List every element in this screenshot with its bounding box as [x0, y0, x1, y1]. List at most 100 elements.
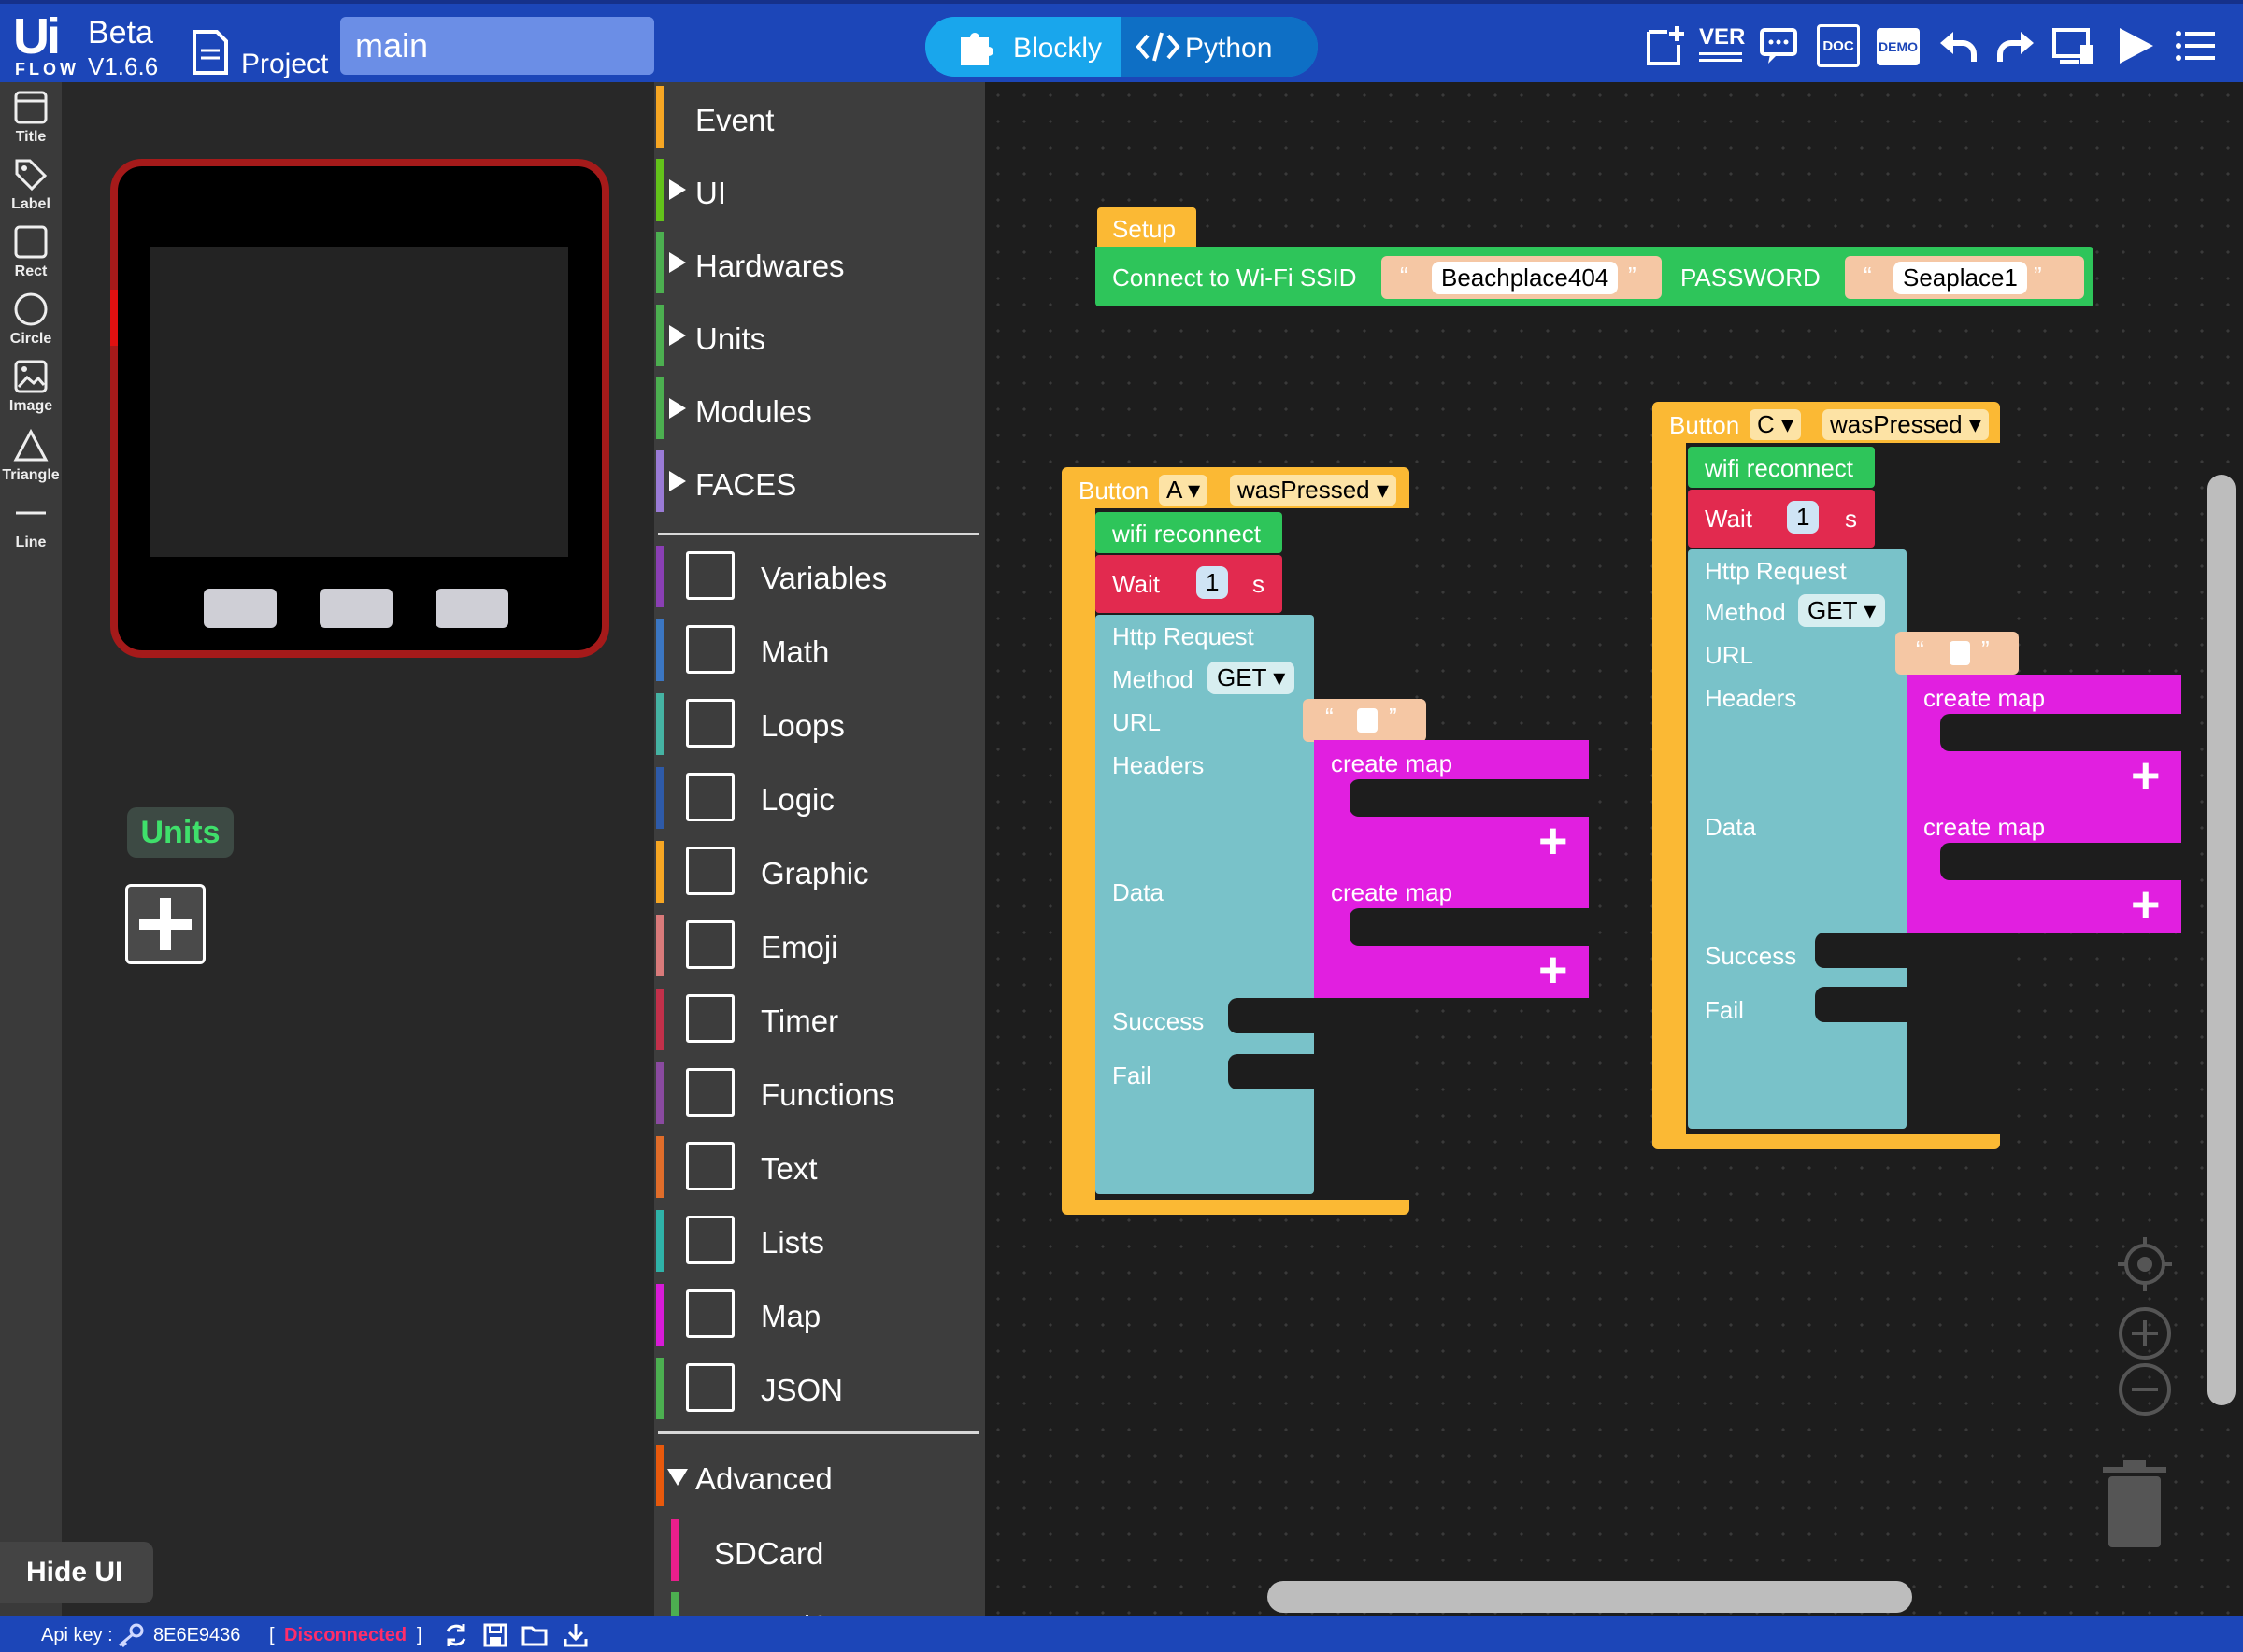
password-input[interactable]: Seaplace1: [1893, 262, 2027, 294]
setup-label: Setup: [1112, 215, 1176, 243]
button-c-event-dropdown[interactable]: wasPressed ▾: [1822, 409, 1989, 440]
category-variables[interactable]: Variables: [654, 546, 985, 607]
project-file-icon[interactable]: [191, 30, 230, 79]
tool-triangle[interactable]: Triangle: [0, 428, 62, 484]
category-lists[interactable]: Lists: [654, 1210, 985, 1272]
add-unit-button[interactable]: [125, 884, 206, 964]
tool-line[interactable]: Line: [0, 495, 62, 551]
device-icon[interactable]: [2052, 24, 2095, 67]
category-text[interactable]: Text: [654, 1136, 985, 1198]
hide-ui-button[interactable]: Hide UI: [0, 1542, 153, 1603]
recenter-icon[interactable]: [2116, 1235, 2174, 1293]
zoom-in-icon[interactable]: [2116, 1304, 2174, 1362]
url-input-c[interactable]: [1950, 641, 1970, 665]
code-icon: [1136, 32, 1180, 62]
fail-slot-c[interactable]: [1815, 987, 1907, 1022]
expand-arrow-icon: [669, 252, 686, 273]
timer-icon: [686, 994, 735, 1043]
save-icon[interactable]: [482, 1622, 508, 1648]
refresh-icon[interactable]: [443, 1622, 469, 1648]
add-map-entry-button-c1[interactable]: +: [2131, 750, 2161, 801]
success-slot-a[interactable]: [1228, 998, 1314, 1033]
category-graphic[interactable]: Graphic: [654, 841, 985, 903]
category-json[interactable]: JSON: [654, 1358, 985, 1419]
rect-icon: [14, 225, 48, 259]
success-slot-c[interactable]: [1815, 933, 1907, 968]
graphic-icon: [686, 847, 735, 895]
category-units[interactable]: Units: [654, 305, 985, 366]
blockly-workspace[interactable]: Setup Connect to Wi-Fi SSID “ Beachplace…: [985, 82, 2243, 1616]
category-hardwares[interactable]: Hardwares: [654, 232, 985, 293]
run-icon[interactable]: [2114, 24, 2157, 67]
wait-seconds-input-c[interactable]: 1: [1787, 501, 1820, 534]
version-label: V1.6.6: [88, 52, 159, 80]
tool-image[interactable]: Image: [0, 359, 62, 415]
map-slot-c1: [1940, 714, 2181, 751]
category-event[interactable]: Event: [654, 86, 985, 148]
category-faces[interactable]: FACES: [654, 450, 985, 512]
button-c-key-dropdown[interactable]: C ▾: [1750, 409, 1802, 440]
project-button[interactable]: Project: [241, 49, 328, 80]
expand-arrow-icon: [669, 471, 686, 491]
category-ui[interactable]: UI: [654, 159, 985, 221]
tool-circle[interactable]: Circle: [0, 292, 62, 348]
expand-arrow-icon: [669, 179, 686, 200]
device-button-c[interactable]: [436, 589, 508, 628]
open-folder-icon[interactable]: [521, 1622, 550, 1648]
workspace-vertical-scrollbar[interactable]: [2207, 475, 2236, 1405]
url-input-a[interactable]: [1357, 708, 1378, 733]
device-screen[interactable]: [150, 247, 568, 557]
add-map-entry-button-a2[interactable]: +: [1538, 945, 1568, 995]
download-icon[interactable]: [563, 1622, 589, 1648]
ssid-input[interactable]: Beachplace404: [1432, 262, 1619, 294]
method-dropdown-c[interactable]: GET ▾: [1798, 594, 1886, 627]
demo-icon[interactable]: DEMO: [1877, 28, 1920, 65]
category-timer[interactable]: Timer: [654, 989, 985, 1050]
category-modules[interactable]: Modules: [654, 377, 985, 439]
wait-seconds-input-a[interactable]: 1: [1196, 566, 1229, 599]
comment-icon[interactable]: [1759, 24, 1802, 67]
category-easy-io[interactable]: Easy I/O: [654, 1592, 985, 1616]
category-emoji[interactable]: Emoji: [654, 915, 985, 976]
key-icon: [119, 1623, 144, 1647]
doc-icon[interactable]: DOC: [1817, 24, 1860, 67]
triangle-icon: [13, 428, 49, 462]
api-key-value: 8E6E9436: [153, 1625, 241, 1645]
category-map[interactable]: Map: [654, 1284, 985, 1346]
category-logic[interactable]: Logic: [654, 767, 985, 829]
json-icon: [686, 1363, 735, 1412]
top-bar: Ui FLOW Beta V1.6.6 Project main Blockly…: [0, 0, 2243, 82]
add-map-entry-button-c2[interactable]: +: [2131, 879, 2161, 930]
button-a-key-dropdown[interactable]: A ▾: [1159, 475, 1208, 506]
category-sdcard[interactable]: SDCard: [654, 1519, 985, 1581]
category-math[interactable]: Math: [654, 620, 985, 681]
version-icon[interactable]: VER: [1699, 24, 1745, 67]
emoji-heart-icon: [686, 920, 735, 969]
loops-icon: [686, 699, 735, 748]
menu-icon[interactable]: [2174, 24, 2217, 67]
tool-title[interactable]: Title: [0, 90, 62, 146]
tool-label[interactable]: Label: [0, 157, 62, 213]
add-map-entry-button-a1[interactable]: +: [1538, 816, 1568, 866]
fail-slot-a[interactable]: [1228, 1054, 1314, 1089]
category-functions[interactable]: Functions: [654, 1062, 985, 1124]
map-slot-a2: [1350, 908, 1589, 946]
category-loops[interactable]: Loops: [654, 693, 985, 755]
python-mode-button[interactable]: Python: [1122, 17, 1318, 77]
device-button-a[interactable]: [204, 589, 277, 628]
filename-input[interactable]: main: [340, 17, 654, 75]
device-button-b[interactable]: [320, 589, 393, 628]
zoom-out-icon[interactable]: [2116, 1360, 2174, 1418]
trash-icon[interactable]: [2095, 1456, 2174, 1551]
new-file-icon[interactable]: [1645, 24, 1688, 67]
workspace-horizontal-scrollbar[interactable]: [1267, 1581, 1912, 1613]
blockly-mode-button[interactable]: Blockly: [925, 17, 1122, 77]
button-a-event-dropdown[interactable]: wasPressed ▾: [1230, 475, 1396, 506]
tool-rect[interactable]: Rect: [0, 224, 62, 280]
category-advanced[interactable]: Advanced: [654, 1445, 985, 1506]
undo-icon[interactable]: [1936, 24, 1979, 67]
password-label: PASSWORD: [1680, 263, 1821, 292]
mode-toggle: Blockly Python: [925, 17, 1318, 77]
redo-icon[interactable]: [1994, 24, 2037, 67]
method-dropdown-a[interactable]: GET ▾: [1207, 662, 1295, 694]
